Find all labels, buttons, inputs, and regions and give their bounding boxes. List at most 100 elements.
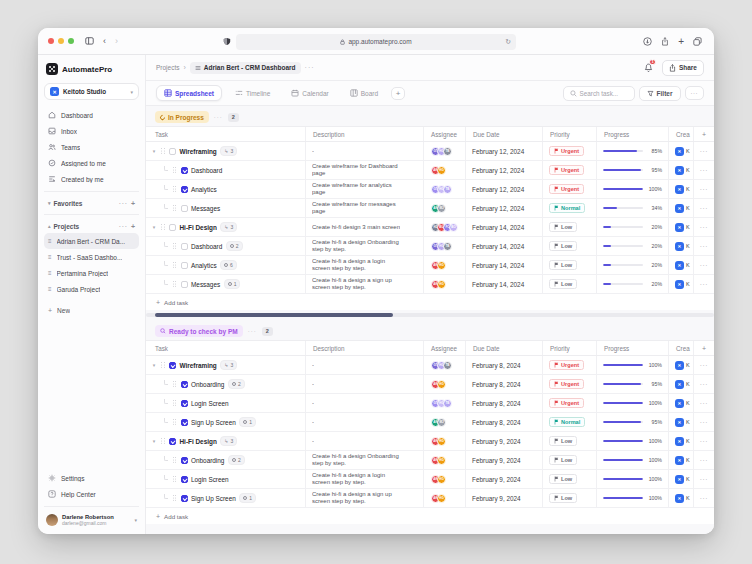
task-checkbox[interactable]: [169, 362, 176, 369]
tab-overview-icon[interactable]: [693, 37, 702, 46]
projects-add-icon[interactable]: +: [131, 223, 135, 230]
row-menu-button[interactable]: ···: [693, 275, 714, 293]
drag-handle-icon[interactable]: [172, 399, 177, 407]
task-row[interactable]: Onboarding2Create hi-fi a design Onboard…: [146, 451, 714, 470]
search-input[interactable]: Search task...: [563, 86, 635, 101]
expand-caret-icon[interactable]: ▾: [151, 438, 157, 444]
drag-handle-icon[interactable]: [161, 223, 166, 231]
drag-handle-icon[interactable]: [172, 166, 177, 174]
drag-handle-icon[interactable]: [172, 494, 177, 502]
sidebar-item-created-by-me[interactable]: Created by me: [44, 171, 139, 187]
task-row[interactable]: MessagesCreate wireframe for messages pa…: [146, 199, 714, 218]
task-checkbox[interactable]: [181, 381, 188, 388]
notifications-button[interactable]: 1: [641, 61, 656, 75]
sidebar-project-pertamina-project[interactable]: ≡Pertamina Project: [44, 265, 139, 281]
row-menu-button[interactable]: ···: [693, 256, 714, 274]
task-row[interactable]: Login Screen-GTHGTBFebruary 8, 2024Urgen…: [146, 394, 714, 413]
task-checkbox[interactable]: [181, 262, 188, 269]
sidebar-item-assigned-to-me[interactable]: Assigned to me: [44, 155, 139, 171]
user-profile[interactable]: Darlene Robertson darlene@gmail.com ▾: [44, 511, 139, 526]
close-window-button[interactable]: [48, 38, 54, 44]
forward-button[interactable]: ›: [115, 37, 118, 46]
task-checkbox[interactable]: [181, 476, 188, 483]
task-row[interactable]: Sign Up Screen1Create hi-fi a design a s…: [146, 489, 714, 508]
favorites-more-icon[interactable]: ···: [119, 200, 128, 206]
drag-handle-icon[interactable]: [172, 204, 177, 212]
filter-button[interactable]: Filter: [639, 86, 681, 101]
tab-spreadsheet[interactable]: Spreadsheet: [156, 85, 222, 101]
row-menu-button[interactable]: ···: [693, 161, 714, 179]
row-menu-button[interactable]: ···: [693, 489, 714, 507]
row-menu-button[interactable]: ···: [693, 180, 714, 198]
row-menu-button[interactable]: ···: [693, 356, 714, 374]
task-row[interactable]: Analytics6Create hi-fi a design a login …: [146, 256, 714, 275]
task-row[interactable]: Login ScreenCreate hi-fi a design a logi…: [146, 470, 714, 489]
row-menu-button[interactable]: ···: [693, 237, 714, 255]
drag-handle-icon[interactable]: [172, 418, 177, 426]
sidebar-project-garuda-project[interactable]: ≡Garuda Project: [44, 281, 139, 297]
row-menu-button[interactable]: ···: [693, 394, 714, 412]
task-row[interactable]: DashboardCreate wireframe for Dashboard …: [146, 161, 714, 180]
row-menu-button[interactable]: ···: [693, 218, 714, 236]
task-row[interactable]: ▾Wireframing↳3-GTHGTBFebruary 8, 2024Urg…: [146, 356, 714, 375]
group-status-badge[interactable]: In Progress: [155, 111, 209, 123]
sidebar-item-inbox[interactable]: Inbox: [44, 123, 139, 139]
task-row[interactable]: Messages1Create hi-fi a design a sign up…: [146, 275, 714, 294]
row-menu-button[interactable]: ···: [693, 432, 714, 450]
group-more-icon[interactable]: ···: [248, 328, 257, 334]
maximize-window-button[interactable]: [68, 38, 74, 44]
projects-section-header[interactable]: ▴ Projects ··· +: [44, 219, 139, 233]
expand-caret-icon[interactable]: ▾: [151, 362, 157, 368]
task-checkbox[interactable]: [169, 148, 176, 155]
task-checkbox[interactable]: [181, 457, 188, 464]
task-checkbox[interactable]: [169, 224, 176, 231]
drag-handle-icon[interactable]: [161, 361, 166, 369]
favorites-add-icon[interactable]: +: [131, 200, 135, 207]
drag-handle-icon[interactable]: [172, 475, 177, 483]
row-menu-button[interactable]: ···: [693, 375, 714, 393]
task-row[interactable]: AnalyticsCreate wireframe for analytics …: [146, 180, 714, 199]
task-row[interactable]: ▾Hi-Fi Design↳3-AKHGFebruary 9, 2024Low1…: [146, 432, 714, 451]
group-status-badge[interactable]: Ready to check by PM: [155, 325, 243, 337]
group-more-icon[interactable]: ···: [214, 114, 223, 120]
drag-handle-icon[interactable]: [172, 280, 177, 288]
tab-timeline[interactable]: Timeline: [227, 86, 278, 100]
add-column-button[interactable]: +: [693, 127, 714, 141]
new-button[interactable]: + New: [44, 302, 139, 318]
expand-caret-icon[interactable]: ▾: [151, 224, 157, 230]
expand-caret-icon[interactable]: ▾: [151, 148, 157, 154]
sidebar-item-help-center[interactable]: Help Center: [44, 486, 139, 502]
drag-handle-icon[interactable]: [172, 261, 177, 269]
add-task-button[interactable]: +Add task: [146, 294, 714, 310]
view-more-button[interactable]: ···: [685, 86, 705, 100]
breadcrumb-more-icon[interactable]: ···: [305, 64, 315, 71]
workspace-selector[interactable]: ✕ Keitoto Studio ▾: [44, 83, 139, 100]
tab-board[interactable]: Board: [342, 86, 386, 100]
sidebar-toggle-icon[interactable]: [85, 37, 94, 45]
task-checkbox[interactable]: [181, 495, 188, 502]
row-menu-button[interactable]: ···: [693, 413, 714, 431]
shield-icon[interactable]: [223, 37, 231, 46]
add-view-button[interactable]: +: [391, 87, 405, 100]
favorites-section-header[interactable]: ▾ Favorites ··· +: [44, 196, 139, 210]
row-menu-button[interactable]: ···: [693, 199, 714, 217]
drag-handle-icon[interactable]: [161, 147, 166, 155]
drag-handle-icon[interactable]: [172, 380, 177, 388]
task-checkbox[interactable]: [181, 419, 188, 426]
drag-handle-icon[interactable]: [172, 242, 177, 250]
row-menu-button[interactable]: ···: [693, 142, 714, 160]
share-button[interactable]: Share: [662, 60, 704, 76]
task-checkbox[interactable]: [181, 186, 188, 193]
sidebar-item-dashboard[interactable]: Dashboard: [44, 107, 139, 123]
sidebar-project-trust-saas-dashbo[interactable]: ≡Trust - SaaS Dashbo...: [44, 249, 139, 265]
add-column-button[interactable]: +: [693, 341, 714, 355]
task-checkbox[interactable]: [181, 205, 188, 212]
task-row[interactable]: ▾Hi-Fi Design↳3Create hi-fi design 3 mai…: [146, 218, 714, 237]
sidebar-item-teams[interactable]: Teams: [44, 139, 139, 155]
drag-handle-icon[interactable]: [172, 456, 177, 464]
task-checkbox[interactable]: [169, 438, 176, 445]
breadcrumb-current[interactable]: Adrian Bert - CRM Dashboard: [190, 62, 301, 74]
breadcrumb-root[interactable]: Projects: [156, 64, 179, 71]
sidebar-project-adrian-bert-crm-da[interactable]: ≡Adrian Bert - CRM Da...: [44, 233, 139, 249]
new-tab-icon[interactable]: +: [678, 37, 684, 47]
